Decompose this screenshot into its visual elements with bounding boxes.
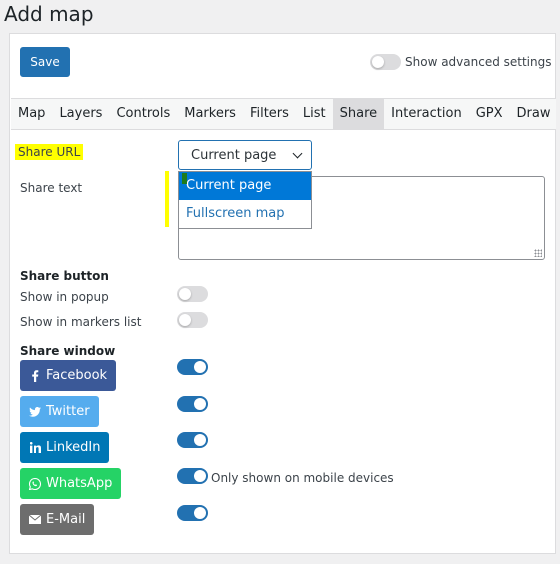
whatsapp-share-button[interactable]: WhatsApp	[20, 468, 122, 499]
linkedin-icon	[29, 442, 41, 454]
show-in-markers-list-toggle[interactable]	[177, 312, 208, 328]
share-button-section-title: Share button	[20, 269, 109, 283]
advanced-settings-toggle[interactable]	[370, 54, 401, 70]
facebook-share-button[interactable]: Facebook	[20, 360, 117, 391]
tab-gpx[interactable]: GPX	[469, 99, 510, 129]
share-url-label: Share URL	[15, 144, 84, 160]
twitter-toggle[interactable]	[177, 396, 208, 412]
cursor-marker	[182, 173, 187, 184]
tab-share[interactable]: Share	[332, 99, 385, 129]
twitter-icon	[29, 406, 41, 418]
page-title: Add map	[4, 2, 94, 26]
option-current-page[interactable]: Current page	[179, 172, 311, 200]
share-url-dropdown: Current page Fullscreen map	[178, 171, 312, 229]
show-in-popup-toggle[interactable]	[177, 286, 208, 302]
share-window-section-title: Share window	[20, 344, 116, 358]
show-in-popup-label: Show in popup	[20, 290, 109, 304]
tab-interaction[interactable]: Interaction	[384, 99, 469, 129]
share-url-select[interactable]: Current page	[178, 140, 312, 170]
tab-draw[interactable]: Draw	[510, 99, 558, 129]
show-in-markers-list-label: Show in markers list	[20, 315, 142, 329]
chevron-down-icon	[292, 148, 303, 159]
settings-panel: Save Show advanced settings Map Layers C…	[9, 33, 556, 554]
whatsapp-note: Only shown on mobile devices	[211, 471, 394, 485]
save-button[interactable]: Save	[20, 47, 70, 77]
linkedin-share-button[interactable]: LinkedIn	[20, 432, 110, 463]
tab-filters[interactable]: Filters	[243, 99, 296, 129]
facebook-icon	[29, 369, 41, 382]
facebook-toggle[interactable]	[177, 359, 208, 375]
advanced-settings-toggle-row[interactable]: Show advanced settings	[370, 54, 552, 70]
advanced-settings-label: Show advanced settings	[405, 55, 552, 69]
option-fullscreen-map[interactable]: Fullscreen map	[179, 200, 311, 228]
tab-layers[interactable]: Layers	[52, 99, 109, 129]
settings-tabs: Map Layers Controls Markers Filters List…	[11, 98, 556, 130]
email-icon	[29, 514, 41, 526]
tab-list[interactable]: List	[296, 99, 333, 129]
whatsapp-icon	[29, 477, 41, 490]
tab-controls[interactable]: Controls	[109, 99, 177, 129]
email-share-button[interactable]: E-Mail	[20, 504, 95, 535]
highlight-bar	[165, 171, 169, 227]
twitter-share-button[interactable]: Twitter	[20, 396, 99, 427]
tab-markers[interactable]: Markers	[177, 99, 243, 129]
share-text-label: Share text	[20, 181, 83, 195]
resize-grip-icon[interactable]	[534, 249, 542, 257]
whatsapp-toggle[interactable]	[177, 468, 208, 484]
linkedin-toggle[interactable]	[177, 432, 208, 448]
tab-map[interactable]: Map	[11, 99, 52, 129]
share-url-value: Current page	[191, 147, 277, 163]
email-toggle[interactable]	[177, 505, 208, 521]
